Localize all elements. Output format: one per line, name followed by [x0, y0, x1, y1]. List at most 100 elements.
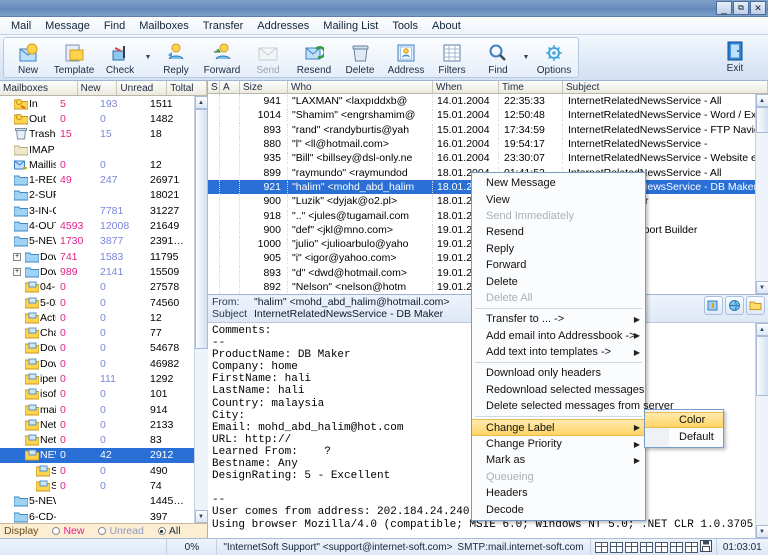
reply-button[interactable]: Reply	[153, 38, 199, 77]
context-menu-item[interactable]: Redownload selected messages	[472, 382, 645, 398]
submenu-item[interactable]: Default	[645, 428, 723, 444]
folder-open-icon[interactable]	[746, 296, 765, 315]
column-header-time[interactable]: Time	[499, 81, 563, 93]
msg-scroll-track[interactable]	[756, 107, 768, 281]
status-panel-icon[interactable]	[625, 542, 638, 553]
menu-addresses[interactable]: Addresses	[250, 19, 316, 33]
context-menu-item[interactable]: Mark as▶	[472, 452, 645, 468]
context-menu-item[interactable]: Change Priority▶	[472, 436, 645, 452]
template-button[interactable]: Template	[51, 38, 97, 77]
mailbox-row[interactable]: Subcribe-N…00490	[0, 463, 194, 478]
status-panel-icon[interactable]	[685, 542, 698, 553]
context-menu-item[interactable]: Resend	[472, 224, 645, 240]
status-panel-icon[interactable]	[610, 542, 623, 553]
change-label-submenu[interactable]: ColorDefault	[644, 409, 724, 448]
context-menu-item[interactable]: View	[472, 191, 645, 207]
context-menu-item[interactable]: New Message	[472, 175, 645, 191]
mailbox-row[interactable]: 04-10-2002…0027578	[0, 280, 194, 295]
mailbox-row[interactable]: Out001482	[0, 111, 194, 126]
display-option-all[interactable]: All	[158, 525, 181, 537]
mailbox-row[interactable]: Subscribe0074	[0, 478, 194, 493]
mailbox-row[interactable]: isoftware00101	[0, 387, 194, 402]
menu-mailing-list[interactable]: Mailing List	[316, 19, 385, 33]
find-button[interactable]: Find	[475, 38, 521, 77]
check-dropdown-arrow-icon[interactable]: ▼	[143, 38, 153, 77]
display-option-new[interactable]: New	[52, 525, 84, 537]
mailbox-row[interactable]: 3-IN-OLD778131227	[0, 203, 194, 218]
context-menu-item[interactable]: Add email into Addressbook ->▶	[472, 328, 645, 344]
context-menu-item[interactable]: Headers	[472, 485, 645, 501]
column-header-total[interactable]: Toltal	[167, 81, 207, 95]
filters-button[interactable]: Filters	[429, 38, 475, 77]
message-row[interactable]: 935"Bill" <billsey@dsl-only.ne16.01.2004…	[208, 151, 755, 165]
mailbox-row[interactable]: 4-OUT-OLD45931200821649	[0, 218, 194, 233]
exit-button[interactable]: Exit	[708, 35, 762, 80]
mailbox-row[interactable]: 6-CD-ROM-CA…397	[0, 509, 194, 523]
new-button[interactable]: New	[5, 38, 51, 77]
mailbox-row[interactable]: 2-SUPPORT18021	[0, 188, 194, 203]
preview-scroll-thumb[interactable]	[756, 336, 768, 396]
mailbox-scroll-track[interactable]	[195, 109, 208, 510]
context-menu-item[interactable]: Download only headers	[472, 365, 645, 381]
message-context-menu[interactable]: New MessageViewSend ImmediatelyResendRep…	[471, 172, 646, 521]
menu-message[interactable]: Message	[38, 19, 97, 33]
msg-scroll-down-icon[interactable]: ▼	[756, 281, 768, 294]
mailbox-row[interactable]: Actuary0012	[0, 310, 194, 325]
message-row[interactable]: 941"LAXMAN" <laxpıddxb@14.01.200422:35:3…	[208, 94, 755, 108]
context-menu-item[interactable]: Decode	[472, 501, 645, 517]
mailbox-row[interactable]: 5-03-2003-…0074560	[0, 295, 194, 310]
preview-scroll-up-icon[interactable]: ▲	[756, 323, 768, 336]
column-header-status[interactable]: S	[208, 81, 220, 93]
status-panel-icon[interactable]	[655, 542, 668, 553]
column-header-size[interactable]: Size	[240, 81, 288, 93]
mailbox-row[interactable]: +Download …989214115509	[0, 264, 194, 279]
column-header-new[interactable]: New	[78, 81, 118, 95]
restore-button[interactable]: ⧉	[733, 1, 749, 15]
message-row[interactable]: 893"rand" <randyburtis@yah15.01.200417:3…	[208, 123, 755, 137]
mailbox-row[interactable]: Trash151518	[0, 127, 194, 142]
mailbox-row[interactable]: Download -…0054678	[0, 341, 194, 356]
context-menu-item[interactable]: Reply	[472, 241, 645, 257]
menu-about[interactable]: About	[425, 19, 468, 33]
minimize-button[interactable]: _	[716, 1, 732, 15]
msg-scroll-thumb[interactable]	[756, 107, 768, 133]
context-menu-item[interactable]: Add text into templates ->▶	[472, 344, 645, 360]
context-menu-item[interactable]: Forward	[472, 257, 645, 273]
expander-toggle[interactable]: +	[11, 268, 23, 276]
menu-tools[interactable]: Tools	[385, 19, 425, 33]
mailbox-row[interactable]: Download …0046982	[0, 356, 194, 371]
mailbox-row[interactable]: NetMail - m…0083	[0, 433, 194, 448]
expand-plus-icon[interactable]: +	[13, 268, 21, 276]
expander-toggle[interactable]: +	[11, 253, 23, 261]
preview-scroll-track[interactable]	[756, 336, 768, 525]
message-row[interactable]: 880"l" <ll@hotmail.com>16.01.200419:54:1…	[208, 137, 755, 151]
mailbox-row[interactable]: NEWS SE…0422912	[0, 448, 194, 463]
column-header-mailboxes[interactable]: Mailboxes	[0, 81, 78, 95]
mailbox-row[interactable]: 5-NEWS173038772391…	[0, 234, 194, 249]
message-row[interactable]: 1014"Shamim" <engrshamim@15.01.200412:50…	[208, 108, 755, 122]
context-menu-item[interactable]: Delete selected messages from server	[472, 398, 645, 414]
status-panel-icon[interactable]	[670, 542, 683, 553]
menu-mail[interactable]: Mail	[4, 19, 38, 33]
menu-transfer[interactable]: Transfer	[196, 19, 251, 33]
find-dropdown-arrow-icon[interactable]: ▼	[521, 38, 531, 77]
menu-mailboxes[interactable]: Mailboxes	[132, 19, 196, 33]
mailbox-row[interactable]: Change Ad…0077	[0, 325, 194, 340]
column-header-who[interactable]: Who	[288, 81, 433, 93]
display-option-unread[interactable]: Unread	[98, 525, 143, 537]
delete-button[interactable]: Delete	[337, 38, 383, 77]
status-panel-icon[interactable]	[640, 542, 653, 553]
mailbox-row[interactable]: 5-NEWS-OLD1445…	[0, 494, 194, 509]
column-header-attachment[interactable]: A	[220, 81, 240, 93]
scroll-up-icon[interactable]: ▲	[195, 96, 208, 109]
mailbox-row[interactable]: IMAP	[0, 142, 194, 157]
mailbox-row[interactable]: Maillist0012	[0, 157, 194, 172]
mailbox-row[interactable]: mail-comm…00914	[0, 402, 194, 417]
globe-icon[interactable]	[725, 296, 744, 315]
preview-scrollbar[interactable]: ▲ ▼	[755, 323, 768, 538]
mailbox-tree[interactable]: In51931511Out001482Trash151518IMAPMailli…	[0, 96, 194, 523]
scroll-down-icon[interactable]: ▼	[195, 510, 208, 523]
mailbox-row[interactable]: NetMail002133	[0, 417, 194, 432]
mailbox-row[interactable]: 1-REG4924726971	[0, 172, 194, 187]
column-header-when[interactable]: When	[433, 81, 499, 93]
